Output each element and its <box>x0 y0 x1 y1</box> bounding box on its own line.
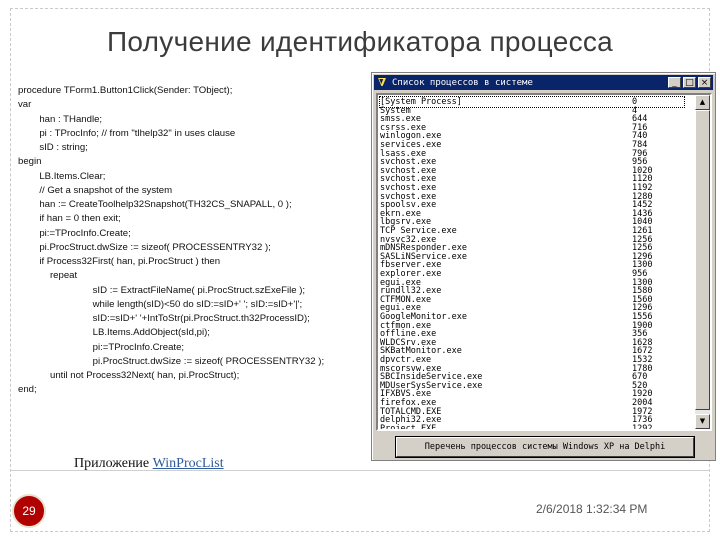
app-window: ∇ Список процессов в системе _ □ × ▲ ▼ [… <box>371 72 716 461</box>
code-listing: procedure TForm1.Button1Click(Sender: TO… <box>18 84 368 398</box>
maximize-button[interactable]: □ <box>683 77 696 88</box>
code-line: repeat <box>18 270 78 282</box>
code-line: pi.ProcStruct.dwSize := sizeof( PROCESSE… <box>18 241 271 253</box>
code-line: sID:=sID+' '+IntToStr(pi.ProcStruct.th32… <box>18 313 310 324</box>
scroll-down-icon[interactable]: ▼ <box>695 414 710 429</box>
code-line: LB.Items.Clear; <box>18 170 106 182</box>
process-name: Project.EXE <box>380 423 437 431</box>
code-line: if Process32First( han, pi.ProcStruct ) … <box>18 256 221 267</box>
code-line: if han = 0 then exit; <box>18 213 121 225</box>
code-line: begin <box>18 156 42 168</box>
code-line: pi : TProcInfo; // from "tlhelp32" in us… <box>18 127 236 139</box>
slide-date: 2/6/2018 1:32:34 PM <box>536 502 648 516</box>
window-titlebar[interactable]: ∇ Список процессов в системе _ □ × <box>374 75 713 90</box>
close-button[interactable]: × <box>698 77 711 88</box>
code-line: LB.Items.AddObject(sId,pi); <box>18 327 210 339</box>
code-line: sID : string; <box>18 142 88 153</box>
caption-link[interactable]: WinProcList <box>153 456 224 471</box>
process-id: 1292 <box>632 423 653 431</box>
process-listbox[interactable]: ▲ ▼ [System Process] 0 System 4 smss.exe 644 c… <box>376 93 712 431</box>
list-processes-button[interactable]: Перечень процессов системы Windows XP на… <box>395 436 695 458</box>
code-line: sID := ExtractFileName( pi.ProcStruct.sz… <box>18 284 306 296</box>
minimize-button[interactable]: _ <box>668 77 681 88</box>
code-line: end; <box>18 384 37 396</box>
code-line: pi:=TProcInfo.Create; <box>18 341 185 353</box>
caption-text: Приложение <box>74 456 153 471</box>
scroll-thumb[interactable] <box>695 110 710 410</box>
code-line: han : THandle; <box>18 113 103 125</box>
code-line: while length(sID)<50 do sID:=sID+' '; sI… <box>18 298 303 310</box>
code-line: var <box>18 99 32 111</box>
code-line: han := CreateToolhelp32Snapshot(TH32CS_S… <box>18 199 292 210</box>
code-line: pi.ProcStruct.dwSize := sizeof( PROCESSE… <box>18 355 325 367</box>
caption: Приложение WinProcList <box>74 456 224 472</box>
vertical-scrollbar[interactable]: ▲ ▼ <box>695 95 710 429</box>
delphi-app-icon: ∇ <box>377 75 387 89</box>
scroll-up-icon[interactable]: ▲ <box>695 95 710 110</box>
code-line: pi:=TProcInfo.Create; <box>18 227 131 239</box>
code-line: until not Process32Next( han, pi.ProcStr… <box>18 370 240 381</box>
slide-title: Получение идентификатора процесса <box>106 26 614 57</box>
code-line: // Get a snapshot of the system <box>18 184 173 196</box>
code-line: procedure TForm1.Button1Click(Sender: TO… <box>18 85 233 96</box>
process-row[interactable]: Project.EXE 1292 <box>380 423 684 431</box>
window-title: Список процессов в системе <box>392 77 533 88</box>
page-number-badge: 29 <box>12 494 46 528</box>
